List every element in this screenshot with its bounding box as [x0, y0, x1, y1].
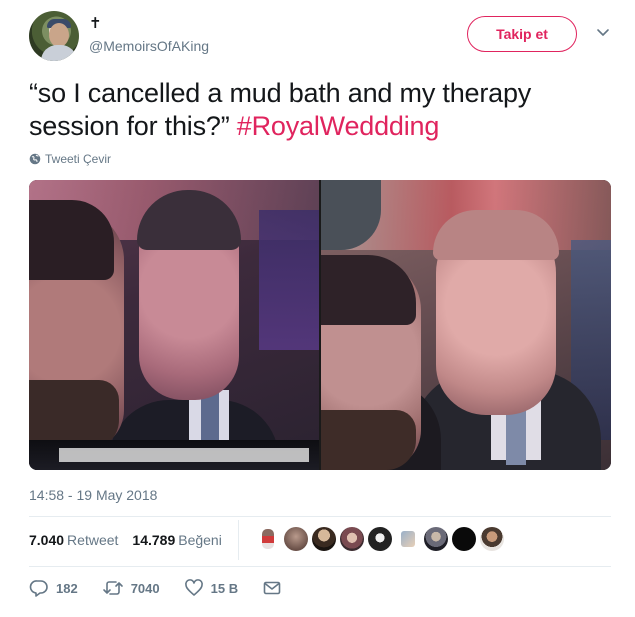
- like-label: Beğeni: [178, 532, 222, 548]
- retweet-action-count: 7040: [130, 580, 160, 596]
- liker-avatar[interactable]: [452, 527, 476, 551]
- like-count: 14.789: [132, 532, 176, 548]
- tweet-media[interactable]: [29, 180, 611, 470]
- stats-separator: [238, 520, 239, 560]
- display-name[interactable]: ✝: [89, 14, 102, 32]
- liker-avatar[interactable]: [256, 527, 280, 551]
- retweet-icon: [102, 581, 123, 595]
- divider: [29, 516, 611, 517]
- user-handle[interactable]: @MemoirsOfAKing: [89, 38, 209, 54]
- retweet-button[interactable]: 7040: [102, 578, 160, 598]
- photo-left[interactable]: [29, 180, 319, 470]
- follow-button[interactable]: Takip et: [467, 16, 577, 52]
- reply-icon: [29, 580, 48, 597]
- heart-icon: [184, 579, 203, 596]
- direct-message-button[interactable]: [262, 578, 289, 598]
- like-action-count: 15 B: [210, 580, 239, 596]
- avatar[interactable]: [29, 11, 79, 61]
- translate-tweet-link[interactable]: Tweeti Çevir: [29, 152, 111, 166]
- translate-label: Tweeti Çevir: [45, 152, 112, 166]
- reply-count: 182: [56, 580, 78, 596]
- liker-avatar[interactable]: [312, 527, 336, 551]
- retweet-count: 7.040: [29, 532, 65, 548]
- liker-avatar[interactable]: [340, 527, 364, 551]
- tweet-text: “so I cancelled a mud bath and my therap…: [29, 77, 609, 143]
- liker-avatar[interactable]: [424, 527, 448, 551]
- chevron-down-icon[interactable]: [595, 24, 611, 40]
- liker-avatar[interactable]: [368, 527, 392, 551]
- tweet-actions: 182 7040 15 B: [29, 578, 313, 598]
- divider: [29, 566, 611, 567]
- reply-button[interactable]: 182: [29, 578, 78, 598]
- like-button[interactable]: 15 B: [184, 578, 238, 598]
- liker-avatar[interactable]: [284, 527, 308, 551]
- liker-avatars: [256, 527, 508, 551]
- like-stat[interactable]: 14.789 Beğeni: [132, 532, 221, 548]
- liker-avatar[interactable]: [480, 527, 504, 551]
- hashtag-link[interactable]: #RoyalWeddding: [237, 111, 440, 141]
- tweet-card: ✝ @MemoirsOfAKing Takip et “so I cancell…: [0, 0, 635, 617]
- retweet-label: Retweet: [67, 532, 119, 548]
- tweet-timestamp[interactable]: 14:58 - 19 May 2018: [29, 487, 157, 503]
- liker-avatar[interactable]: [396, 527, 420, 551]
- globe-icon: [29, 153, 41, 165]
- photo-right[interactable]: [321, 180, 611, 470]
- message-icon: [263, 581, 281, 595]
- retweet-stat[interactable]: 7.040 Retweet: [29, 532, 118, 548]
